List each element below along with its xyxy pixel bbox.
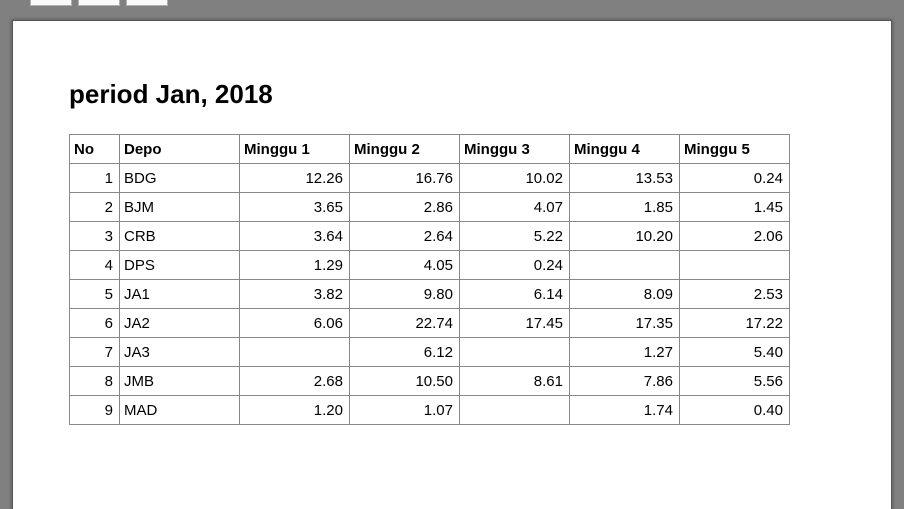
cell-w1: 3.82 <box>240 280 350 309</box>
col-header-week4: Minggu 4 <box>570 135 680 164</box>
cell-w1: 1.29 <box>240 251 350 280</box>
cell-w4: 13.53 <box>570 164 680 193</box>
cell-w3: 8.61 <box>460 367 570 396</box>
cell-w4: 1.85 <box>570 193 680 222</box>
cell-no: 1 <box>70 164 120 193</box>
document-page: period Jan, 2018 No Depo Minggu 1 Minggu… <box>12 20 892 509</box>
report-table: No Depo Minggu 1 Minggu 2 Minggu 3 Mingg… <box>69 134 790 425</box>
cell-no: 3 <box>70 222 120 251</box>
cell-depo: CRB <box>120 222 240 251</box>
cell-w2: 9.80 <box>350 280 460 309</box>
cell-w2: 2.64 <box>350 222 460 251</box>
cell-w1: 3.64 <box>240 222 350 251</box>
cell-w1: 12.26 <box>240 164 350 193</box>
cell-w5: 5.56 <box>680 367 790 396</box>
cell-w4: 1.74 <box>570 396 680 425</box>
table-row: 8 JMB 2.68 10.50 8.61 7.86 5.56 <box>70 367 790 396</box>
cell-depo: JMB <box>120 367 240 396</box>
table-body: 1 BDG 12.26 16.76 10.02 13.53 0.24 2 BJM… <box>70 164 790 425</box>
table-row: 4 DPS 1.29 4.05 0.24 <box>70 251 790 280</box>
cell-w3 <box>460 338 570 367</box>
cell-w5 <box>680 251 790 280</box>
cell-w4: 8.09 <box>570 280 680 309</box>
cell-w5: 2.53 <box>680 280 790 309</box>
cell-w1 <box>240 338 350 367</box>
toolbar-button-fragment[interactable] <box>30 0 72 6</box>
cell-w3 <box>460 396 570 425</box>
table-row: 3 CRB 3.64 2.64 5.22 10.20 2.06 <box>70 222 790 251</box>
cell-no: 6 <box>70 309 120 338</box>
cell-w5: 0.40 <box>680 396 790 425</box>
cell-depo: BJM <box>120 193 240 222</box>
cell-w5: 5.40 <box>680 338 790 367</box>
cell-w1: 6.06 <box>240 309 350 338</box>
table-row: 9 MAD 1.20 1.07 1.74 0.40 <box>70 396 790 425</box>
col-header-week2: Minggu 2 <box>350 135 460 164</box>
cell-depo: JA2 <box>120 309 240 338</box>
toolbar-button-fragment[interactable] <box>78 0 120 6</box>
cell-w5: 2.06 <box>680 222 790 251</box>
cell-w2: 22.74 <box>350 309 460 338</box>
cell-w2: 6.12 <box>350 338 460 367</box>
page-title: period Jan, 2018 <box>69 79 881 110</box>
table-header-row: No Depo Minggu 1 Minggu 2 Minggu 3 Mingg… <box>70 135 790 164</box>
cell-w3: 0.24 <box>460 251 570 280</box>
cell-w4: 10.20 <box>570 222 680 251</box>
cell-depo: BDG <box>120 164 240 193</box>
cell-w2: 4.05 <box>350 251 460 280</box>
cell-depo: JA3 <box>120 338 240 367</box>
cell-w2: 16.76 <box>350 164 460 193</box>
col-header-week1: Minggu 1 <box>240 135 350 164</box>
cell-w3: 10.02 <box>460 164 570 193</box>
col-header-week3: Minggu 3 <box>460 135 570 164</box>
cell-no: 5 <box>70 280 120 309</box>
toolbar-button-fragment[interactable] <box>126 0 168 6</box>
cell-no: 7 <box>70 338 120 367</box>
cell-w5: 1.45 <box>680 193 790 222</box>
cell-w1: 1.20 <box>240 396 350 425</box>
cell-no: 8 <box>70 367 120 396</box>
cell-no: 9 <box>70 396 120 425</box>
toolbar-fragment <box>30 0 168 8</box>
cell-depo: DPS <box>120 251 240 280</box>
cell-w4 <box>570 251 680 280</box>
cell-w3: 17.45 <box>460 309 570 338</box>
cell-w3: 4.07 <box>460 193 570 222</box>
table-row: 6 JA2 6.06 22.74 17.45 17.35 17.22 <box>70 309 790 338</box>
table-row: 2 BJM 3.65 2.86 4.07 1.85 1.45 <box>70 193 790 222</box>
cell-w4: 1.27 <box>570 338 680 367</box>
cell-depo: MAD <box>120 396 240 425</box>
col-header-week5: Minggu 5 <box>680 135 790 164</box>
cell-no: 2 <box>70 193 120 222</box>
pdf-viewer-shell: period Jan, 2018 No Depo Minggu 1 Minggu… <box>0 0 904 509</box>
table-row: 1 BDG 12.26 16.76 10.02 13.53 0.24 <box>70 164 790 193</box>
cell-w3: 5.22 <box>460 222 570 251</box>
cell-w5: 17.22 <box>680 309 790 338</box>
col-header-depo: Depo <box>120 135 240 164</box>
cell-w2: 1.07 <box>350 396 460 425</box>
cell-w1: 3.65 <box>240 193 350 222</box>
table-row: 5 JA1 3.82 9.80 6.14 8.09 2.53 <box>70 280 790 309</box>
cell-w1: 2.68 <box>240 367 350 396</box>
cell-w5: 0.24 <box>680 164 790 193</box>
cell-w2: 2.86 <box>350 193 460 222</box>
col-header-no: No <box>70 135 120 164</box>
cell-depo: JA1 <box>120 280 240 309</box>
cell-w2: 10.50 <box>350 367 460 396</box>
cell-w3: 6.14 <box>460 280 570 309</box>
cell-w4: 17.35 <box>570 309 680 338</box>
table-row: 7 JA3 6.12 1.27 5.40 <box>70 338 790 367</box>
cell-w4: 7.86 <box>570 367 680 396</box>
cell-no: 4 <box>70 251 120 280</box>
